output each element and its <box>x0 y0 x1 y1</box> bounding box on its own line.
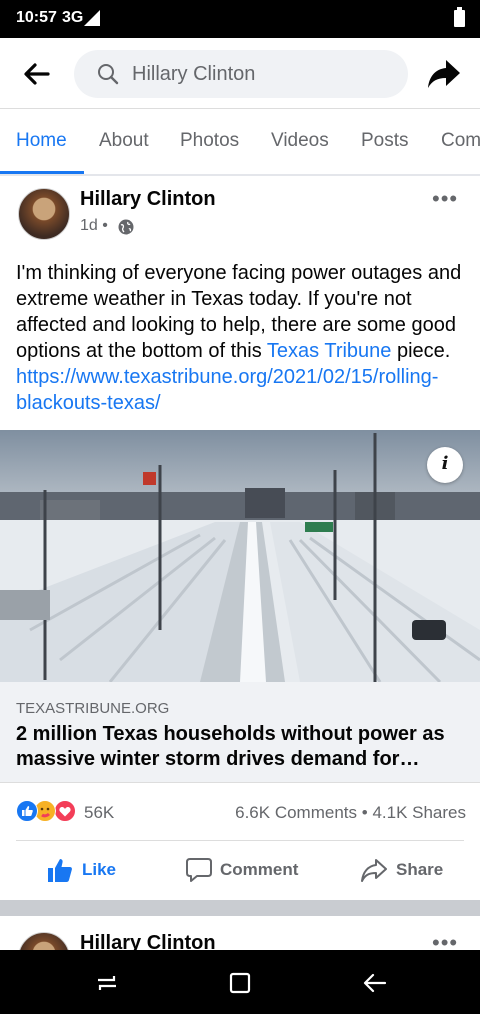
share-arrow-icon[interactable] <box>426 56 462 92</box>
reaction-count: 56K <box>84 803 115 822</box>
action-bar: Like Comment Share <box>0 842 480 900</box>
info-label: i <box>441 453 449 474</box>
avatar[interactable] <box>18 188 70 240</box>
link-preview[interactable]: TEXASTRIBUNE.ORG 2 million Texas househo… <box>0 682 480 783</box>
tab-about[interactable]: About <box>99 130 149 152</box>
comments-count[interactable]: 6.6K Comments <box>235 803 357 822</box>
search-query: Hillary Clinton <box>132 63 256 85</box>
page-tabs: Home About Photos Videos Posts Com <box>0 108 480 176</box>
snowy-highway-image <box>0 430 480 682</box>
globe-icon <box>118 219 134 235</box>
battery-icon <box>454 7 465 27</box>
post-author[interactable]: Hillary Clinton <box>80 932 216 950</box>
article-url-link[interactable]: https://www.texastribune.org/2021/02/15/… <box>16 366 438 414</box>
comments-shares: 6.6K Comments • 4.1K Shares <box>235 803 466 823</box>
like-reaction-icon <box>16 800 38 822</box>
search-icon <box>98 64 119 85</box>
network-type: 3G <box>62 9 84 26</box>
share-icon[interactable] <box>360 856 388 884</box>
link-domain: TEXASTRIBUNE.ORG <box>16 700 170 717</box>
share-button[interactable]: Share <box>396 860 443 880</box>
post-text: I'm thinking of everyone facing power ou… <box>16 260 466 416</box>
next-post: Hillary Clinton ••• <box>0 916 480 950</box>
signal-icon <box>84 10 100 26</box>
shares-count[interactable]: 4.1K Shares <box>372 803 466 822</box>
home-square-icon[interactable] <box>227 970 253 996</box>
status-bar: 10:57 3G <box>0 0 480 38</box>
active-tab-indicator <box>0 171 84 174</box>
tab-posts[interactable]: Posts <box>361 130 409 152</box>
reactions-row[interactable]: 56K 6.6K Comments • 4.1K Shares <box>16 798 466 826</box>
post-separator <box>0 900 480 916</box>
texas-tribune-link[interactable]: Texas Tribune <box>267 340 392 362</box>
post-meta: 1d • <box>80 217 108 235</box>
post-author[interactable]: Hillary Clinton <box>80 188 216 211</box>
tab-community[interactable]: Com <box>441 130 480 152</box>
like-button[interactable]: Like <box>82 860 116 880</box>
comment-button[interactable]: Comment <box>220 860 298 880</box>
stats-separator: • <box>361 803 368 822</box>
link-title: 2 million Texas households without power… <box>16 723 445 770</box>
love-reaction-icon <box>54 800 76 822</box>
tab-home[interactable]: Home <box>16 130 67 152</box>
post-text-body-2: piece. <box>391 340 451 362</box>
post-time[interactable]: 1d <box>80 217 98 234</box>
avatar[interactable] <box>18 932 70 950</box>
post-photo[interactable]: i <box>0 430 480 682</box>
divider <box>16 840 464 841</box>
info-icon[interactable]: i <box>427 447 463 483</box>
more-dots-icon[interactable]: ••• <box>432 186 458 212</box>
search-field[interactable]: Hillary Clinton <box>74 50 408 98</box>
meta-separator: • <box>102 217 108 234</box>
more-dots-icon[interactable]: ••• <box>432 930 458 950</box>
thumbs-up-icon[interactable] <box>46 856 74 884</box>
system-nav-bar <box>0 950 480 1014</box>
tab-videos[interactable]: Videos <box>271 130 329 152</box>
top-bar: Hillary Clinton <box>0 38 480 109</box>
back-arrow-icon[interactable] <box>362 970 388 996</box>
comment-bubble-icon[interactable] <box>185 856 213 884</box>
tab-photos[interactable]: Photos <box>180 130 239 152</box>
status-time: 10:57 <box>16 9 57 26</box>
arrow-left-icon[interactable] <box>22 60 50 88</box>
recents-icon[interactable] <box>94 970 120 996</box>
